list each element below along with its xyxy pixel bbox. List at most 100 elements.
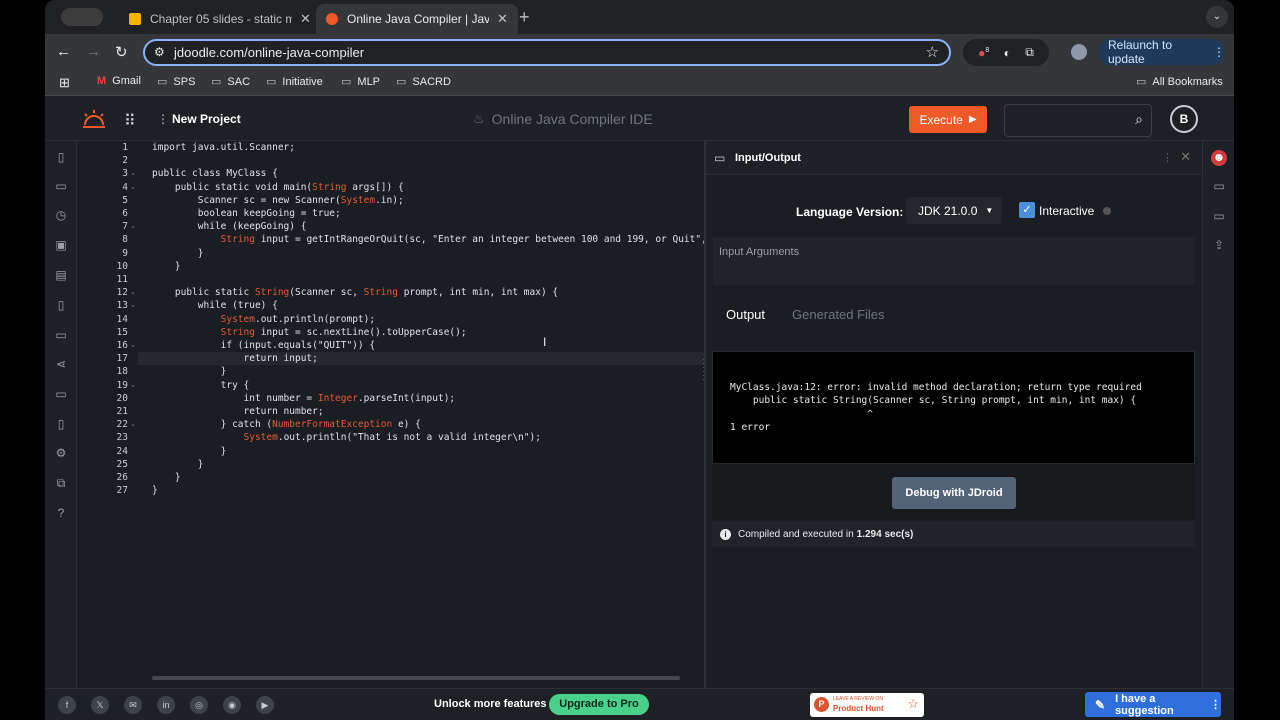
bookmark-sac[interactable]: ▭ SAC [211, 75, 250, 89]
code-line[interactable]: Scanner sc = new Scanner(System.in); [152, 194, 404, 207]
email-icon[interactable]: ✉ [124, 696, 142, 714]
apps-grid-icon[interactable]: ⊞ [59, 75, 70, 91]
address-bar[interactable]: ⚙ jdoodle.com/online-java-compiler ☆ [143, 39, 951, 66]
input-arguments-field[interactable]: Input Arguments [713, 237, 1195, 285]
resize-handle-icon[interactable]: · · · · · · [702, 355, 705, 384]
jdroid-bot-icon[interactable]: ☻ [1211, 150, 1227, 166]
bookmark-star-icon[interactable]: ☆ [926, 43, 939, 61]
site-settings-icon[interactable]: ⚙ [154, 45, 165, 59]
code-line[interactable]: } catch (NumberFormatException e) { [152, 418, 421, 431]
code-line[interactable]: System.out.println("That is not a valid … [152, 431, 541, 444]
code-line[interactable]: try { [152, 379, 250, 392]
forward-icon[interactable]: → [86, 43, 101, 60]
upload-icon[interactable]: ⇪ [1211, 238, 1227, 254]
upload-folder-icon[interactable]: ▭ [53, 387, 69, 403]
close-icon[interactable]: ✕ [497, 11, 508, 27]
fold-chevron-icon[interactable]: ⌄ [130, 418, 136, 431]
horizontal-scrollbar[interactable] [152, 676, 680, 680]
history-icon[interactable]: ◷ [53, 208, 69, 224]
fold-chevron-icon[interactable]: ⌄ [130, 167, 136, 180]
bookmark-sacrd[interactable]: ▭ SACRD [396, 75, 451, 89]
code-lines[interactable]: import java.util.Scanner; public class My… [152, 141, 704, 688]
code-line[interactable]: return input; [152, 352, 318, 365]
code-line[interactable]: boolean keepGoing = true; [152, 207, 341, 220]
code-line[interactable]: String input = getIntRangeOrQuit(sc, "En… [152, 233, 704, 246]
extension-circle-icon[interactable]: ◐ [1004, 46, 1011, 60]
x-twitter-icon[interactable]: 𝕏 [91, 696, 109, 714]
code-line[interactable]: } [152, 247, 204, 260]
search-icon[interactable]: ⌕ [1135, 111, 1143, 128]
code-line[interactable]: public static String(Scanner sc, String … [152, 286, 558, 299]
code-line[interactable]: } [152, 445, 227, 458]
url-text[interactable]: jdoodle.com/online-java-compiler [174, 45, 364, 60]
code-line[interactable]: public class MyClass { [152, 167, 278, 180]
help-icon[interactable]: ? [53, 506, 69, 522]
new-tab-icon[interactable]: + [519, 7, 530, 28]
save-icon[interactable]: ▤ [53, 268, 69, 284]
code-line[interactable]: } [152, 484, 158, 497]
bookmark-initiative[interactable]: ▭ Initiative [266, 75, 323, 89]
discord-icon[interactable]: ◎ [190, 696, 208, 714]
tab-jdoodle[interactable]: Online Java Compiler | Java E ✕ [316, 4, 518, 34]
tab-group-pill[interactable] [61, 8, 103, 26]
more-vertical-icon[interactable]: ⋮ [1162, 151, 1173, 164]
fold-chevron-icon[interactable]: ⌄ [130, 299, 136, 312]
new-project-button[interactable]: ⋮ New Project [157, 112, 241, 126]
close-icon[interactable]: ✕ [300, 11, 311, 27]
language-version-select[interactable]: JDK 21.0.0 ▼ [906, 197, 1002, 224]
code-editor[interactable]: 1 2 3 ⌄ 4 ⌄ 5 6 7 ⌄ 8 9 10 11 12 ⌄ 13 ⌄ 14 15 16 ⌄ 17 18 19 ⌄ 20 21… [78, 141, 704, 688]
youtube-icon[interactable]: ▶ [256, 696, 274, 714]
back-icon[interactable]: ← [56, 43, 71, 60]
open-folder-icon[interactable]: ▭ [53, 328, 69, 344]
code-line[interactable]: import java.util.Scanner; [152, 141, 295, 154]
relaunch-button[interactable]: Relaunch to update ⋮ [1099, 38, 1225, 66]
product-hunt-badge[interactable]: P LEAVE A REVIEW ON Product Hunt ☆ [810, 693, 924, 717]
code-line[interactable]: return number; [152, 405, 324, 418]
code-line[interactable]: while (true) { [152, 299, 278, 312]
duplicate-icon[interactable]: ⧉ [53, 476, 69, 492]
execute-button[interactable]: Execute ▶ [909, 106, 987, 133]
folder-icon[interactable]: ▭ [1211, 209, 1227, 225]
upgrade-to-pro-button[interactable]: Upgrade to Pro [549, 694, 649, 715]
copy-file-icon[interactable]: ▯ [53, 298, 69, 314]
code-line[interactable]: int number = Integer.parseInt(input); [152, 392, 456, 405]
code-line[interactable]: String input = sc.nextLine().toUpperCase… [152, 326, 467, 339]
fold-chevron-icon[interactable]: ⌄ [130, 339, 136, 352]
monitor-icon[interactable]: ▭ [1211, 179, 1227, 195]
instagram-icon[interactable]: ◉ [223, 696, 241, 714]
bookmark-mlp[interactable]: ▭ MLP [341, 75, 380, 89]
profile-avatar[interactable] [1071, 44, 1087, 60]
fold-chevron-icon[interactable]: ⌄ [130, 286, 136, 299]
search-input[interactable]: ⌕ [1004, 104, 1152, 137]
debug-jdroid-button[interactable]: Debug with JDroid [892, 477, 1016, 509]
output-console[interactable]: MyClass.java:12: error: invalid method d… [712, 351, 1195, 464]
fold-chevron-icon[interactable]: ⌄ [130, 379, 136, 392]
fold-chevron-icon[interactable]: ⌄ [130, 181, 136, 194]
share-icon[interactable]: ⋖ [53, 357, 69, 373]
code-line[interactable]: System.out.println(prompt); [152, 313, 375, 326]
file-icon[interactable]: ▯ [53, 150, 69, 166]
facebook-icon[interactable]: f [58, 696, 76, 714]
gear-icon[interactable]: ⚙ [53, 446, 69, 462]
linkedin-icon[interactable]: in [157, 696, 175, 714]
extension-icon[interactable]: ●8 [978, 46, 989, 60]
tab-generated-files[interactable]: Generated Files [792, 307, 885, 322]
chevron-down-icon[interactable]: ⌄ [1206, 6, 1228, 28]
user-avatar[interactable]: B [1170, 105, 1198, 133]
bookmark-sps[interactable]: ▭ SPS [157, 75, 195, 89]
jdoodle-logo-icon[interactable] [81, 109, 107, 129]
apps-grid-icon[interactable]: ⠿ [124, 111, 136, 131]
info-icon[interactable] [1103, 207, 1111, 215]
code-line[interactable]: public static void main(String args[]) { [152, 181, 404, 194]
close-icon[interactable]: ✕ [1180, 149, 1191, 165]
suggestion-button[interactable]: ✎ I have a suggestion ⋮ [1085, 692, 1221, 717]
folder-icon[interactable]: ▭ [53, 179, 69, 195]
download-file-icon[interactable]: ▯ [53, 417, 69, 433]
library-icon[interactable]: ▣ [53, 238, 69, 254]
all-bookmarks[interactable]: ▭ All Bookmarks [1136, 75, 1223, 89]
code-line[interactable]: while (keepGoing) { [152, 220, 307, 233]
fold-chevron-icon[interactable]: ⌄ [130, 220, 136, 233]
code-line[interactable]: } [152, 365, 227, 378]
bookmark-gmail[interactable]: M Gmail [97, 75, 141, 87]
code-line[interactable]: } [152, 458, 204, 471]
